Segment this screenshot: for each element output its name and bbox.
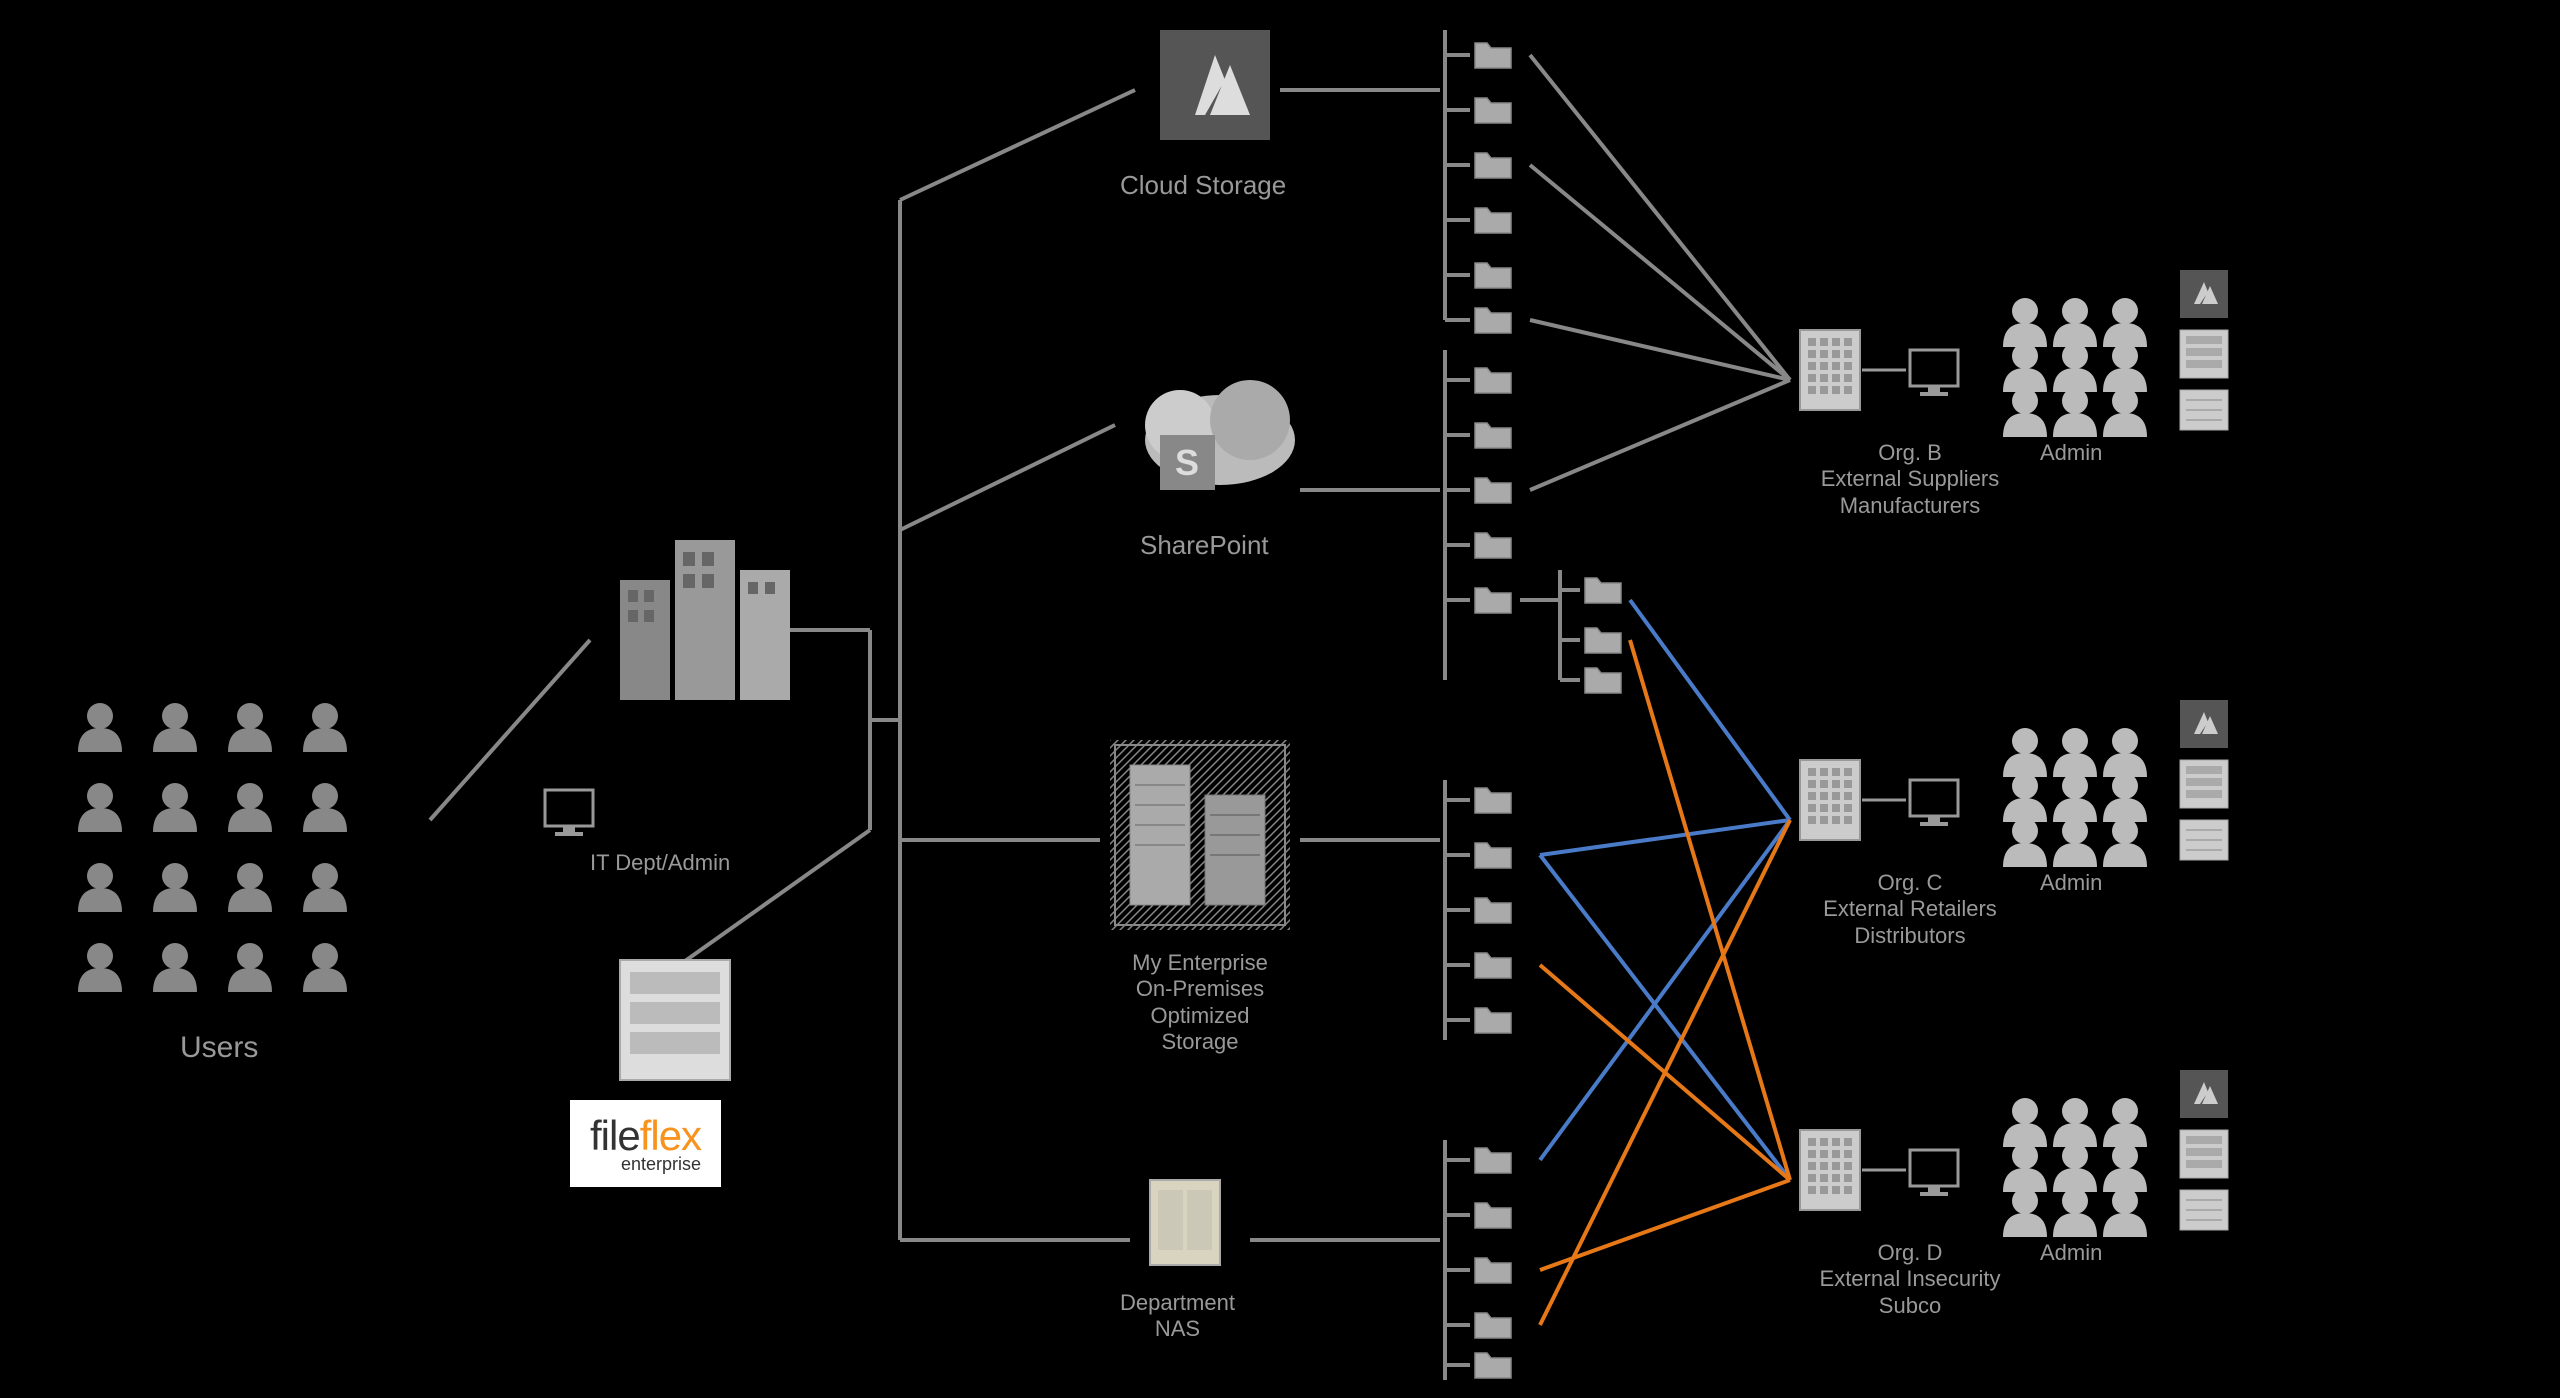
nas-label: Department NAS: [1120, 1290, 1235, 1343]
it-admin-label: IT Dept/Admin: [590, 850, 730, 876]
admin-label-b: Admin: [2040, 440, 2102, 466]
cloud-storage-label: Cloud Storage: [1120, 170, 1286, 201]
folders-sharepoint: [1475, 368, 1621, 693]
org-d-label: Org. D External Insecurity Subco: [1790, 1240, 2030, 1319]
users-label: Users: [180, 1030, 258, 1066]
folders-cloud: [1475, 43, 1511, 333]
nas-icon: [1150, 1180, 1220, 1265]
org-b-label: Org. B External Suppliers Manufacturers: [1790, 440, 2030, 519]
datacenter-label: My Enterprise On-Premises Optimized Stor…: [1100, 950, 1300, 1056]
architecture-svg: S: [0, 0, 2560, 1398]
sharepoint-icon: S: [1145, 380, 1295, 490]
admin-label-c: Admin: [2040, 870, 2102, 896]
org-c-label: Org. C External Retailers Distributors: [1790, 870, 2030, 949]
org-c-group: [1800, 700, 2228, 867]
admin-label-d: Admin: [2040, 1240, 2102, 1266]
fileflex-logo: fileflex enterprise: [570, 1100, 721, 1187]
users-grid: [78, 703, 347, 992]
datacenter-icon: [1110, 740, 1290, 930]
svg-text:S: S: [1175, 442, 1199, 483]
company-buildings: [620, 540, 790, 700]
sharepoint-label: SharePoint: [1140, 530, 1269, 561]
folders-nas: [1475, 1148, 1511, 1378]
fileflex-server-icon: [620, 960, 730, 1080]
azure-icon: [1160, 30, 1270, 140]
org-d-group: [1800, 1070, 2228, 1237]
folders-dc: [1475, 788, 1511, 1033]
org-b-group: [1800, 270, 2228, 437]
